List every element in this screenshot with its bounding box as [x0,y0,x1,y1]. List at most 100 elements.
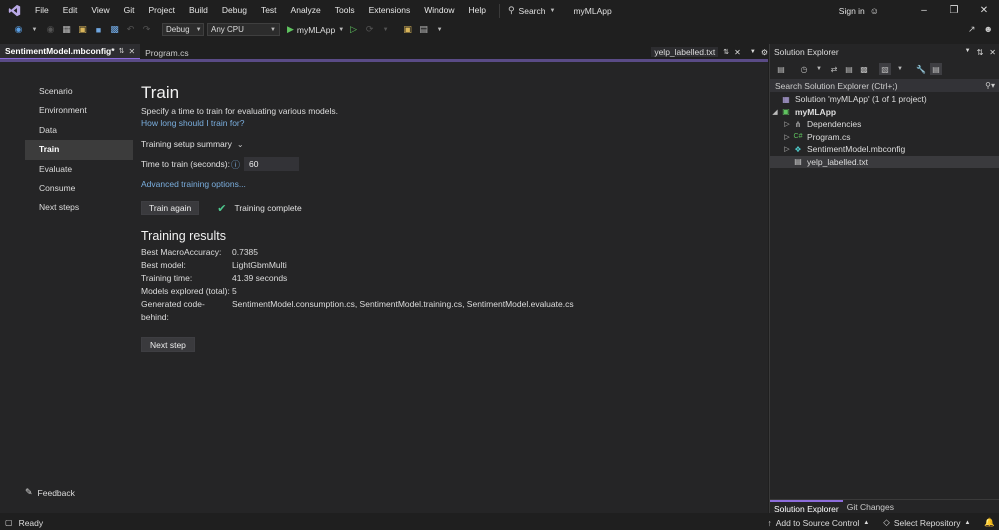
keep-open-icon[interactable]: ⇅ [723,48,729,56]
solution-explorer-toolbar: ▤ ◷ ▼ ⇄ ▤ ▩ ▧ ▼ 🔧 ▤ [770,61,999,77]
notifications-bell-icon[interactable]: 🔔 [984,517,995,528]
feedback-icon: ✎ [25,487,33,497]
platform-dropdown[interactable]: Any CPU ▼ [207,23,280,36]
run-button[interactable]: ▶ myMLApp ▼ [287,24,344,35]
tree-item-mbconfig[interactable]: ▷ ❖ SentimentModel.mbconfig [770,143,999,156]
advanced-training-options-link[interactable]: Advanced training options... [141,179,741,189]
collapsed-triangle-icon[interactable]: ▷ [782,145,792,153]
nav-item-next-steps[interactable]: Next steps [25,198,133,217]
menu-window[interactable]: Window [417,0,461,21]
tree-label: SentimentModel.mbconfig [807,144,906,155]
visual-studio-logo-icon[interactable] [0,0,28,21]
menu-analyze[interactable]: Analyze [284,0,328,21]
tab-list-dropdown-icon[interactable]: ▼ [750,49,756,55]
switch-views-icon[interactable]: ▤ [775,63,787,75]
settings-gear-icon[interactable]: ⚙ [761,48,768,57]
nav-item-scenario[interactable]: Scenario [25,82,133,101]
tree-label: Dependencies [807,119,862,130]
sync-icon[interactable]: ⇄ [828,63,840,75]
configuration-dropdown[interactable]: Debug ▼ [162,23,204,36]
time-to-train-input[interactable] [243,157,299,171]
nav-item-consume[interactable]: Consume [25,179,133,198]
menu-tools[interactable]: Tools [328,0,362,21]
nav-item-environment[interactable]: Environment [25,101,133,120]
menu-help[interactable]: Help [461,0,492,21]
nav-item-data[interactable]: Data [25,121,133,140]
select-repository-button[interactable]: ◇ Select Repository ▲ [883,517,970,528]
search-button[interactable]: ⚲ Search ▼ [498,3,565,18]
start-without-debugging-icon[interactable]: ▷ [347,23,360,36]
tree-item-program-cs[interactable]: ▷ C# Program.cs [770,131,999,144]
close-button[interactable]: ✕ [969,0,999,21]
chevron-down-icon[interactable]: ▼ [894,63,906,75]
menu-file[interactable]: File [28,0,56,21]
collapsed-triangle-icon[interactable]: ▷ [782,120,792,128]
menu-project[interactable]: Project [142,0,182,21]
chevron-down-icon[interactable]: ▼ [813,63,825,75]
toolbar-overflow-icon[interactable]: ▼ [433,23,446,36]
tab-git-changes[interactable]: Git Changes [843,500,898,514]
tab-solution-explorer[interactable]: Solution Explorer [770,499,843,514]
tab-sentiment-model-mbconfig[interactable]: SentimentModel.mbconfig* ⇅ ✕ [0,44,141,60]
solution-explorer-title: Solution Explorer [774,47,839,57]
menu-debug[interactable]: Debug [215,0,254,21]
tree-item-dependencies[interactable]: ▷ ⋔ Dependencies [770,118,999,131]
menu-git[interactable]: Git [117,0,142,21]
tree-item-yelp-labelled[interactable]: ▤ yelp_labelled.txt [770,155,999,168]
pin-icon[interactable]: ⇅ [119,47,125,55]
show-all-files-icon[interactable]: ▧ [879,63,891,75]
menu-test[interactable]: Test [254,0,284,21]
save-icon[interactable]: ■ [92,23,105,36]
menu-edit[interactable]: Edit [56,0,85,21]
tab-program-cs[interactable]: Program.cs [140,46,208,60]
folder-icon[interactable]: ▣ [401,23,414,36]
train-again-button[interactable]: Train again [141,201,200,215]
nav-item-train[interactable]: Train [25,140,133,160]
undo-icon[interactable]: ↶ [124,23,137,36]
info-icon[interactable]: ⓘ [231,158,240,171]
nav-item-evaluate[interactable]: Evaluate [25,160,133,179]
tree-item-solution[interactable]: ▦ Solution 'myMLApp' (1 of 1 project) [770,93,999,106]
chevron-down-icon[interactable]: ▼ [28,23,41,36]
tree-item-project[interactable]: ◢ ▣ myMLApp [770,106,999,119]
add-to-source-control-button[interactable]: ↑ Add to Source Control ▲ [767,518,869,528]
chevron-down-icon[interactable]: ▼ [965,48,971,57]
layout-icon[interactable]: ▤ [417,23,430,36]
close-icon[interactable]: ✕ [734,48,741,57]
collapsed-triangle-icon[interactable]: ▷ [782,133,792,141]
menu-build[interactable]: Build [182,0,215,21]
person-icon[interactable]: ☺ [870,6,879,16]
chevron-down-icon[interactable]: ▼ [379,23,392,36]
restore-button[interactable]: ❐ [939,0,969,21]
preview-icon[interactable]: ▤ [930,63,942,75]
next-step-button[interactable]: Next step [141,337,195,352]
redo-icon[interactable]: ↷ [140,23,153,36]
close-icon[interactable]: ✕ [989,48,996,57]
feedback-person-icon[interactable]: ☻ [984,24,993,35]
navigate-circle-icon[interactable]: ◉ [12,23,25,36]
history-icon[interactable]: ◷ [798,63,810,75]
hot-reload-icon[interactable]: ⟳ [363,23,376,36]
menu-view[interactable]: View [84,0,116,21]
pin-icon[interactable]: ⇅ [977,48,984,57]
collapse-all-icon[interactable]: ▤ [843,63,855,75]
open-folder-icon[interactable]: ▣ [76,23,89,36]
sign-in-link[interactable]: Sign in [839,6,865,16]
properties-wrench-icon[interactable]: 🔧 [915,63,927,75]
close-icon[interactable]: ✕ [128,47,135,56]
share-icon[interactable]: ↗ [968,24,976,35]
pending-changes-icon[interactable]: ▩ [858,63,870,75]
new-project-icon[interactable]: ▦ [60,23,73,36]
result-row: Models explored (total): 5 [141,286,237,296]
tab-yelp-labelled[interactable]: yelp_labelled.txt [651,47,719,57]
solution-explorer-search[interactable]: Search Solution Explorer (Ctrl+;) ⚲▾ [770,79,999,92]
minimize-button[interactable]: – [909,0,939,21]
expanded-triangle-icon[interactable]: ◢ [770,108,780,116]
feedback-link[interactable]: ✎ Feedback [25,487,75,498]
how-long-link[interactable]: How long should I train for? [141,118,741,128]
solution-explorer-bottom-tabs: Solution Explorer Git Changes [770,499,999,514]
forward-icon[interactable]: ◉ [44,23,57,36]
menu-extensions[interactable]: Extensions [362,0,418,21]
setup-summary-toggle[interactable]: Training setup summary ⌄ [141,139,741,149]
save-all-icon[interactable]: ▩ [108,23,121,36]
